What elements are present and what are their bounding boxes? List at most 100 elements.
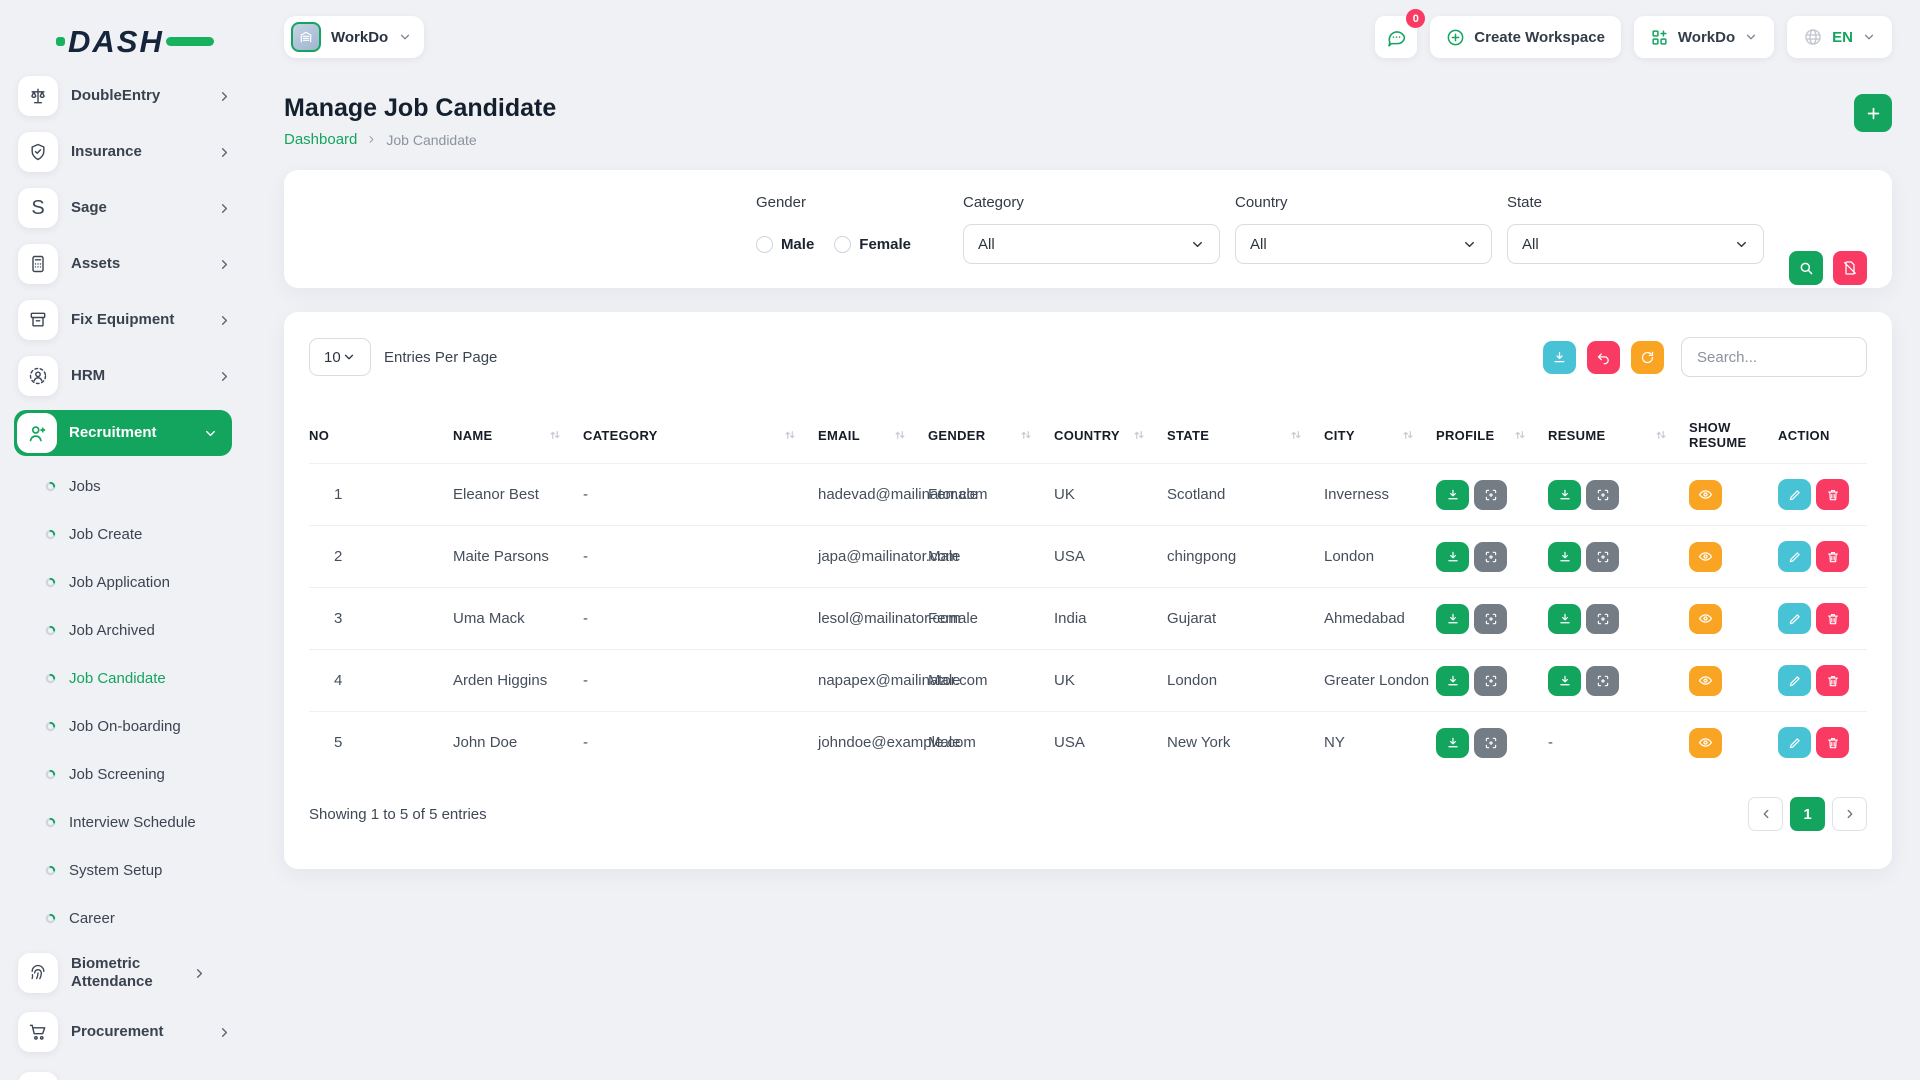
sidebar-item-partial[interactable] xyxy=(18,1064,232,1080)
download-profile-button[interactable] xyxy=(1436,604,1469,634)
download-profile-button[interactable] xyxy=(1436,480,1469,510)
table-search-input[interactable] xyxy=(1681,337,1867,377)
category-select[interactable]: All xyxy=(963,224,1220,264)
submenu-item-label: Job On-boarding xyxy=(69,718,181,735)
sort-icon[interactable] xyxy=(1402,429,1414,441)
download-profile-button[interactable] xyxy=(1436,666,1469,696)
pagination-prev-button[interactable] xyxy=(1748,797,1783,831)
category-select-value: All xyxy=(978,236,995,253)
delete-button[interactable] xyxy=(1816,479,1849,510)
show-resume-button[interactable] xyxy=(1689,666,1722,696)
preview-profile-button[interactable] xyxy=(1474,480,1507,510)
download-profile-button[interactable] xyxy=(1436,728,1469,758)
country-select[interactable]: All xyxy=(1235,224,1492,264)
chevron-down-icon xyxy=(203,426,218,441)
sidebar-item-recruitment[interactable]: Recruitment xyxy=(14,410,232,456)
sidebar-item-assets[interactable]: Assets xyxy=(18,236,232,292)
undo-button[interactable] xyxy=(1587,341,1620,374)
edit-button[interactable] xyxy=(1778,541,1811,572)
preview-resume-button[interactable] xyxy=(1586,604,1619,634)
sort-icon[interactable] xyxy=(1290,429,1302,441)
edit-button[interactable] xyxy=(1778,665,1811,696)
gender-female-radio[interactable]: Female xyxy=(834,236,911,253)
preview-resume-button[interactable] xyxy=(1586,542,1619,572)
sidebar-item-biometric-attendance[interactable]: Biometric Attendance xyxy=(18,942,232,1004)
sort-icon[interactable] xyxy=(1514,429,1526,441)
show-resume-button[interactable] xyxy=(1689,542,1722,572)
submenu-item[interactable]: Job On-boarding xyxy=(18,702,232,750)
submenu-item[interactable]: Job Application xyxy=(18,558,232,606)
language-selector[interactable]: EN xyxy=(1787,16,1892,58)
create-workspace-button[interactable]: Create Workspace xyxy=(1430,16,1621,58)
trash-icon xyxy=(1826,612,1840,626)
preview-profile-button[interactable] xyxy=(1474,666,1507,696)
scan-plus-icon xyxy=(1596,612,1610,626)
apply-filter-button[interactable] xyxy=(1789,251,1823,285)
delete-button[interactable] xyxy=(1816,541,1849,572)
sidebar-item-sage[interactable]: S Sage xyxy=(18,180,232,236)
show-resume-button[interactable] xyxy=(1689,604,1722,634)
pagination-page-1[interactable]: 1 xyxy=(1790,797,1825,831)
delete-button[interactable] xyxy=(1816,603,1849,634)
submenu-item[interactable]: Career xyxy=(18,894,232,942)
scan-plus-icon xyxy=(1484,550,1498,564)
sidebar-item-doubleentry[interactable]: DoubleEntry xyxy=(18,68,232,124)
show-resume-button[interactable] xyxy=(1689,728,1722,758)
submenu-item[interactable]: Job Create xyxy=(18,510,232,558)
category-filter: Category All xyxy=(963,194,1220,264)
sort-icon[interactable] xyxy=(549,429,561,441)
state-label: State xyxy=(1507,194,1764,211)
submenu-item[interactable]: Job Archived xyxy=(18,606,232,654)
logo-dash-bar xyxy=(166,37,214,46)
submenu-item[interactable]: Jobs xyxy=(18,462,232,510)
sidebar-item-insurance[interactable]: Insurance xyxy=(18,124,232,180)
cell-resume xyxy=(1548,650,1689,712)
download-resume-button[interactable] xyxy=(1548,480,1581,510)
refresh-button[interactable] xyxy=(1631,341,1664,374)
sidebar-item-fix-equipment[interactable]: Fix Equipment xyxy=(18,292,232,348)
edit-button[interactable] xyxy=(1778,727,1811,758)
messages-button[interactable]: 0 xyxy=(1375,16,1417,58)
sort-icon[interactable] xyxy=(1655,429,1667,441)
clear-filter-button[interactable] xyxy=(1833,251,1867,285)
pagination-next-button[interactable] xyxy=(1832,797,1867,831)
edit-button[interactable] xyxy=(1778,479,1811,510)
download-profile-button[interactable] xyxy=(1436,542,1469,572)
eye-icon xyxy=(1698,611,1713,626)
show-resume-button[interactable] xyxy=(1689,480,1722,510)
export-button[interactable] xyxy=(1543,341,1576,374)
column-header: CITY xyxy=(1324,407,1436,464)
submenu-item[interactable]: Job Candidate xyxy=(18,654,232,702)
preview-resume-button[interactable] xyxy=(1586,480,1619,510)
download-icon xyxy=(1446,550,1460,564)
submenu-item[interactable]: Job Screening xyxy=(18,750,232,798)
sort-icon[interactable] xyxy=(784,429,796,441)
sidebar-item-label: Assets xyxy=(71,255,204,273)
sidebar-item-procurement[interactable]: Procurement xyxy=(18,1004,232,1060)
breadcrumb-dashboard-link[interactable]: Dashboard xyxy=(284,131,357,148)
preview-profile-button[interactable] xyxy=(1474,542,1507,572)
download-resume-button[interactable] xyxy=(1548,604,1581,634)
entries-per-page-select[interactable]: 10 xyxy=(309,338,371,376)
workspace-selector[interactable]: WorkDo xyxy=(284,16,424,58)
cell-state: New York xyxy=(1167,712,1324,774)
add-candidate-button[interactable] xyxy=(1854,94,1892,132)
gender-male-radio[interactable]: Male xyxy=(756,236,814,253)
download-resume-button[interactable] xyxy=(1548,666,1581,696)
preview-profile-button[interactable] xyxy=(1474,604,1507,634)
state-filter: State All xyxy=(1507,194,1764,264)
delete-button[interactable] xyxy=(1816,727,1849,758)
sort-icon[interactable] xyxy=(1133,429,1145,441)
sidebar-item-hrm[interactable]: HRM xyxy=(18,348,232,404)
delete-button[interactable] xyxy=(1816,665,1849,696)
submenu-item[interactable]: System Setup xyxy=(18,846,232,894)
workdo-menu-button[interactable]: WorkDo xyxy=(1634,16,1774,58)
state-select[interactable]: All xyxy=(1507,224,1764,264)
preview-resume-button[interactable] xyxy=(1586,666,1619,696)
preview-profile-button[interactable] xyxy=(1474,728,1507,758)
submenu-item[interactable]: Interview Schedule xyxy=(18,798,232,846)
download-resume-button[interactable] xyxy=(1548,542,1581,572)
edit-button[interactable] xyxy=(1778,603,1811,634)
sort-icon[interactable] xyxy=(1020,429,1032,441)
sort-icon[interactable] xyxy=(894,429,906,441)
